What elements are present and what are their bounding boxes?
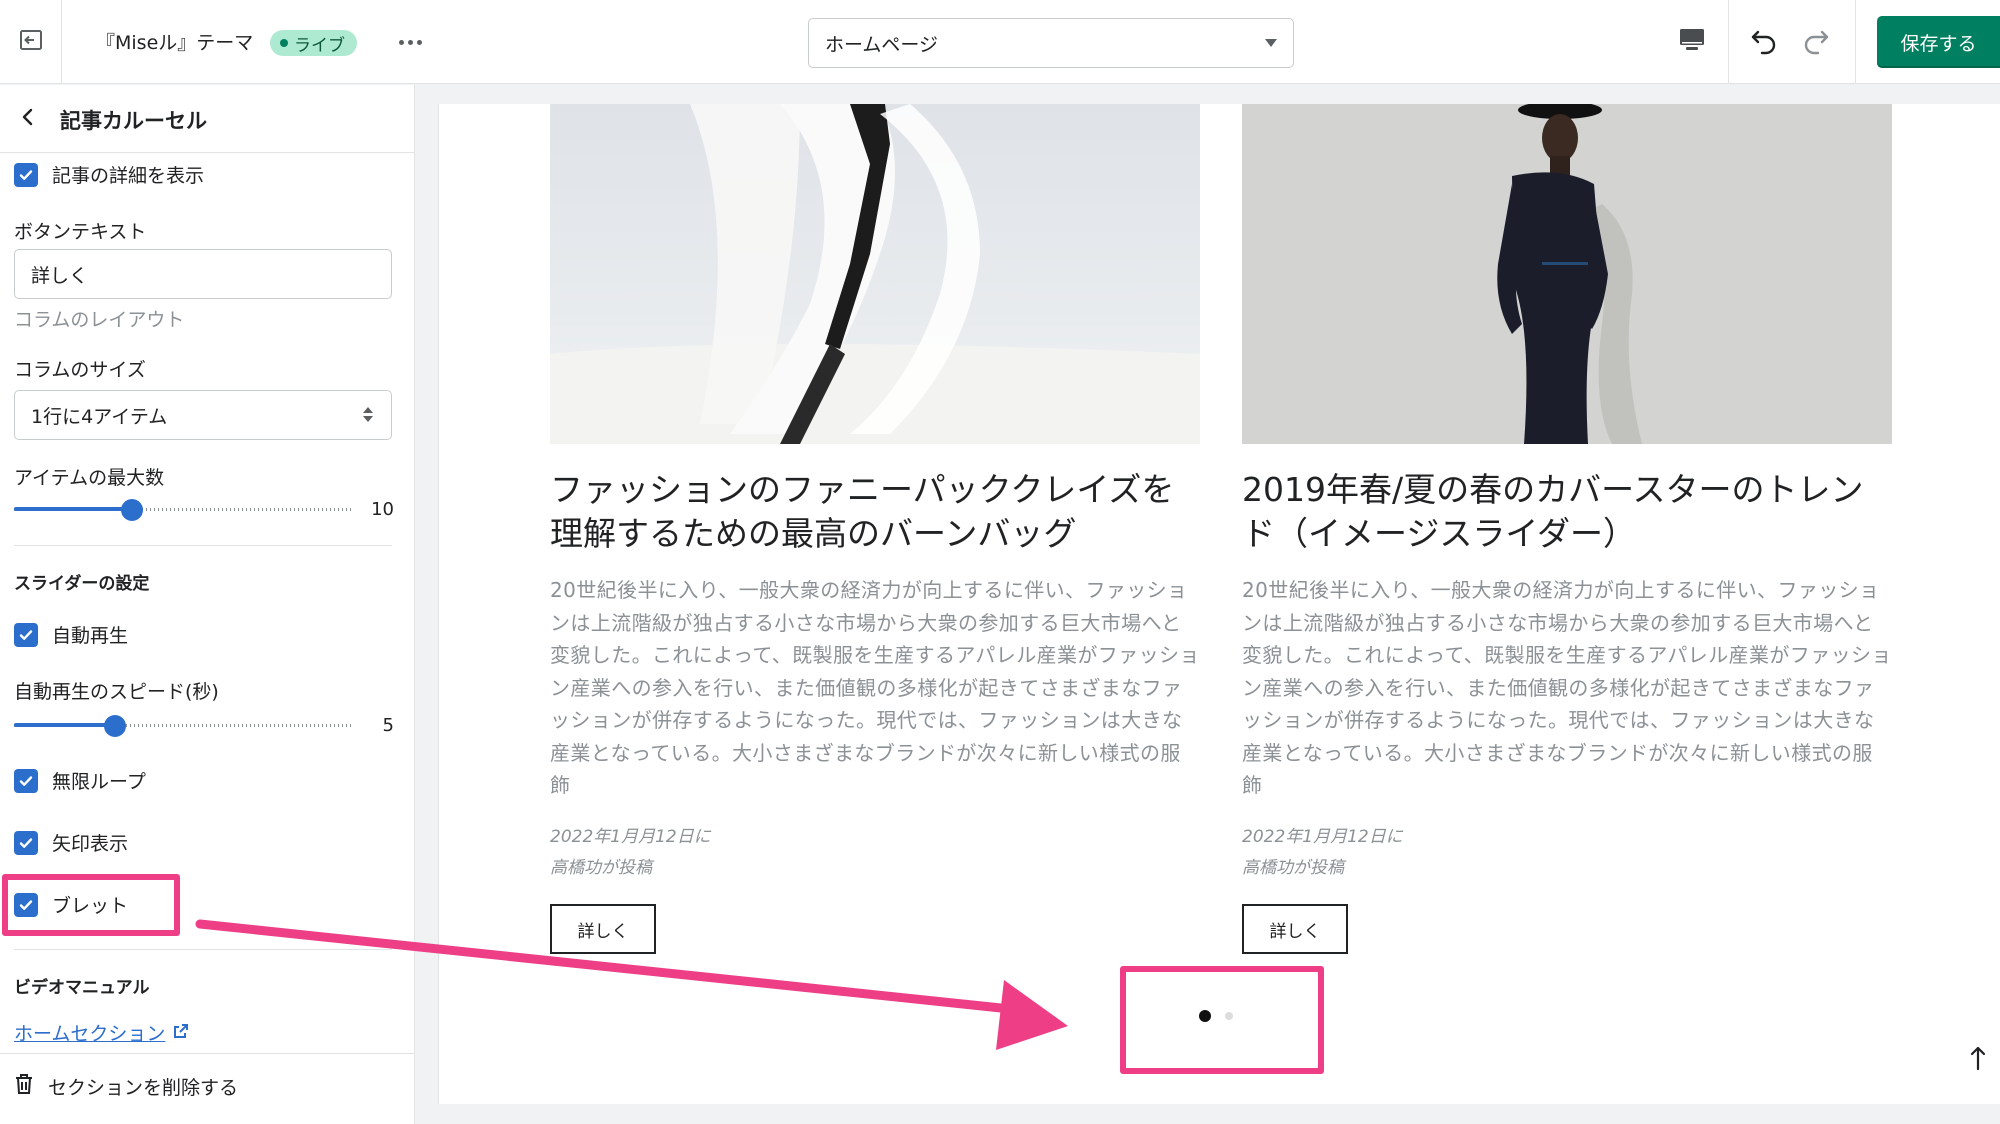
page-select-value: ホームページ [825, 33, 939, 56]
desktop-icon [1678, 27, 1706, 57]
column-size-label: コラムのサイズ [14, 359, 146, 381]
arrow-up-icon [1969, 1045, 1987, 1075]
undo-button[interactable] [1742, 20, 1786, 64]
show-details-label: 記事の詳細を表示 [52, 165, 205, 187]
pagination-highlight-box [1120, 966, 1324, 1074]
article-date: 2022年1月月12日に [550, 827, 711, 847]
more-icon [398, 39, 422, 45]
checkmark-icon [14, 768, 38, 793]
autoplay-speed-slider[interactable] [14, 713, 352, 737]
caret-down-icon [1265, 39, 1277, 47]
live-badge: ライブ [270, 30, 357, 56]
settings-sidebar: 記事カルーセル 記事の詳細を表示 ボタンテキスト 詳しく コラムのレイアウト コ… [0, 85, 415, 1124]
delete-section-button[interactable]: セクションを削除する [14, 1073, 238, 1100]
topbar-divider [1855, 0, 1856, 84]
back-button[interactable] [14, 105, 42, 133]
video-manual-title: ビデオマニュアル [14, 978, 150, 998]
sidebar-divider [14, 545, 392, 546]
arrows-label: 矢印表示 [52, 833, 129, 855]
sidebar-title: 記事カルーセル [60, 109, 207, 133]
column-layout-label: コラムのレイアウト [14, 309, 185, 331]
article-author: 高橋功が投稿 [1242, 858, 1344, 878]
save-button[interactable]: 保存する [1877, 16, 2000, 68]
autoplay-speed-label: 自動再生のスピード(秒) [14, 681, 219, 703]
max-items-value: 10 [371, 499, 394, 520]
external-link-icon [173, 1022, 189, 1044]
autoplay-speed-value: 5 [382, 715, 394, 736]
page-select[interactable]: ホームページ [808, 18, 1294, 68]
max-items-label: アイテムの最大数 [14, 467, 165, 489]
article-image[interactable] [1242, 104, 1892, 444]
theme-preview: ファッションのファニーパッククレイズを理解するための最高のバーンバッグ 20世紀… [438, 104, 2000, 1104]
read-more-button[interactable]: 詳しく [1242, 904, 1348, 954]
checkmark-icon [14, 162, 38, 187]
article-image[interactable] [550, 104, 1200, 444]
slider-thumb[interactable] [121, 499, 144, 521]
redo-icon [1801, 25, 1831, 59]
article-author: 高橋功が投稿 [550, 858, 652, 878]
topbar-divider [1728, 0, 1729, 84]
autoplay-label: 自動再生 [52, 625, 129, 647]
sidebar-divider [14, 949, 392, 950]
exit-icon [18, 27, 44, 57]
article-date: 2022年1月月12日に [1242, 827, 1403, 847]
article-excerpt: 20世紀後半に入り、一般大衆の経済力が向上するに伴い、ファッションは上流階級が独… [1242, 578, 1892, 797]
checkmark-icon [14, 622, 38, 647]
article-title[interactable]: ファッションのファニーパッククレイズを理解するための最高のバーンバッグ [550, 468, 1200, 556]
infinite-loop-label: 無限ループ [52, 771, 146, 793]
undo-icon [1749, 25, 1779, 59]
arrows-checkbox[interactable]: 矢印表示 [14, 829, 128, 856]
more-actions-button[interactable] [392, 24, 428, 60]
button-text-label: ボタンテキスト [14, 221, 147, 243]
slider-fill [14, 723, 116, 727]
infinite-loop-checkbox[interactable]: 無限ループ [14, 767, 146, 794]
checkmark-icon [14, 830, 38, 855]
read-more-button[interactable]: 詳しく [550, 904, 656, 954]
slider-settings-title: スライダーの設定 [14, 574, 150, 594]
exit-button[interactable] [0, 0, 62, 84]
delete-section-label: セクションを削除する [48, 1077, 239, 1099]
home-section-link[interactable]: ホームセクション [14, 1019, 189, 1046]
select-arrows-icon [363, 407, 373, 422]
article-excerpt: 20世紀後半に入り、一般大衆の経済力が向上するに伴い、ファッションは上流階級が独… [550, 578, 1200, 797]
home-section-link-label: ホームセクション [14, 1023, 166, 1045]
live-badge-label: ライブ [294, 35, 345, 56]
redo-button[interactable] [1794, 20, 1838, 64]
max-items-slider[interactable] [14, 497, 352, 521]
back-to-top-button[interactable] [1966, 1046, 1990, 1074]
desktop-preview-button[interactable] [1670, 20, 1714, 64]
slider-fill [14, 507, 133, 511]
theme-name: 『Miseル』テーマ [96, 32, 254, 54]
button-text-input[interactable]: 詳しく [14, 249, 392, 299]
sidebar-header: 記事カルーセル [0, 85, 414, 153]
bullets-highlight-box [2, 874, 180, 936]
column-size-select[interactable]: 1行に4アイテム [14, 390, 392, 440]
live-dot-icon [280, 39, 288, 47]
editor-topbar: 『Miseル』テーマ ライブ ホームページ 保存する [0, 0, 2000, 84]
trash-icon [14, 1073, 34, 1100]
article-title[interactable]: 2019年春/夏の春のカバースターのトレンド（イメージスライダー） [1242, 468, 1892, 556]
column-size-value: 1行に4アイテム [31, 405, 168, 428]
show-details-checkbox[interactable]: 記事の詳細を表示 [14, 161, 204, 188]
sidebar-divider [0, 1053, 414, 1054]
autoplay-checkbox[interactable]: 自動再生 [14, 621, 128, 648]
chevron-left-icon [21, 107, 35, 131]
slider-thumb[interactable] [104, 715, 127, 737]
